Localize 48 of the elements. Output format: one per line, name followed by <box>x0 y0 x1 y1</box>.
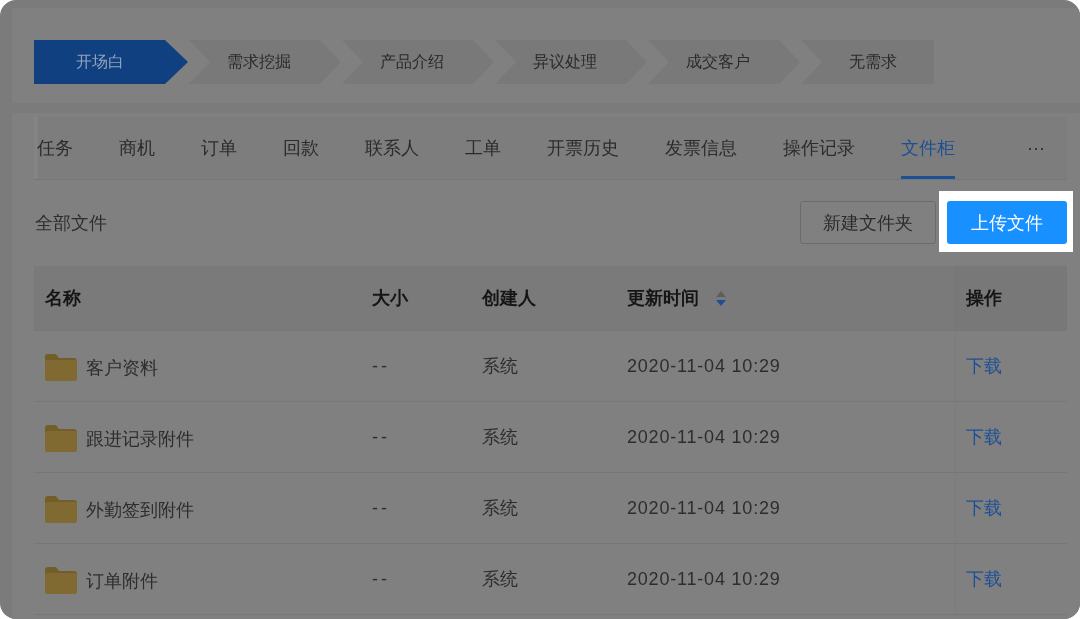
tab[interactable]: 文件柜 <box>901 117 955 179</box>
download-link[interactable]: 下载 <box>966 354 1002 378</box>
section-title: 全部文件 <box>34 211 107 235</box>
table-cell: -- <box>372 497 390 519</box>
table-cell-text: 系统 <box>482 568 518 591</box>
tab[interactable]: 联系人 <box>365 117 419 179</box>
download-link[interactable]: 下载 <box>966 425 1002 449</box>
tab[interactable]: 任务 <box>37 117 73 179</box>
tab[interactable]: 回款 <box>283 117 319 179</box>
new-folder-button[interactable]: 新建文件夹 <box>800 201 936 244</box>
folder-name[interactable]: 跟进记录附件 <box>86 426 194 451</box>
column-header[interactable]: 更新时间 <box>616 266 955 330</box>
table-cell: -- <box>372 568 390 590</box>
tab[interactable]: 工单 <box>465 117 501 179</box>
folder-icon <box>45 496 77 523</box>
tab[interactable]: 商机 <box>119 117 155 179</box>
table-cell: 2020-11-04 10:29 <box>627 497 781 519</box>
table-cell-text: 系统 <box>482 355 518 378</box>
tab[interactable]: 开票历史 <box>547 117 619 179</box>
stage-step[interactable]: 无需求 <box>801 40 934 84</box>
table-cell: 2020-11-04 10:29 <box>627 568 781 590</box>
table-cell: 2020-11-04 10:29 <box>627 355 781 377</box>
stage-step[interactable]: 成交客户 <box>648 40 800 84</box>
table-cell: -- <box>372 426 390 448</box>
more-tabs-button[interactable]: ··· <box>1025 117 1047 179</box>
table-cell: -- <box>372 355 390 377</box>
folder-name[interactable]: 客户资料 <box>86 355 158 380</box>
upload-button[interactable]: 上传文件 <box>947 201 1067 244</box>
tab[interactable]: 操作记录 <box>783 117 855 179</box>
folder-name[interactable]: 外勤签到附件 <box>86 497 194 522</box>
table-cell-text: 系统 <box>482 426 518 449</box>
folder-icon <box>45 354 77 381</box>
stage-step[interactable]: 产品介绍 <box>342 40 494 84</box>
column-header: 大小 <box>371 287 409 310</box>
table-cell-text: 系统 <box>482 497 518 520</box>
stage-step[interactable]: 需求挖掘 <box>189 40 341 84</box>
download-link[interactable]: 下载 <box>966 496 1002 520</box>
tab[interactable]: 发票信息 <box>665 117 737 179</box>
stage-step[interactable]: 开场白 <box>34 40 188 84</box>
folder-icon <box>45 567 77 594</box>
table-cell: 2020-11-04 10:29 <box>627 426 781 448</box>
stage-step[interactable]: 异议处理 <box>495 40 647 84</box>
tab[interactable]: 订单 <box>201 117 237 179</box>
column-header: 名称 <box>44 287 82 310</box>
folder-icon <box>45 425 77 452</box>
download-link[interactable]: 下载 <box>966 567 1002 591</box>
column-header: 创建人 <box>481 287 537 310</box>
folder-name[interactable]: 订单附件 <box>86 568 158 593</box>
